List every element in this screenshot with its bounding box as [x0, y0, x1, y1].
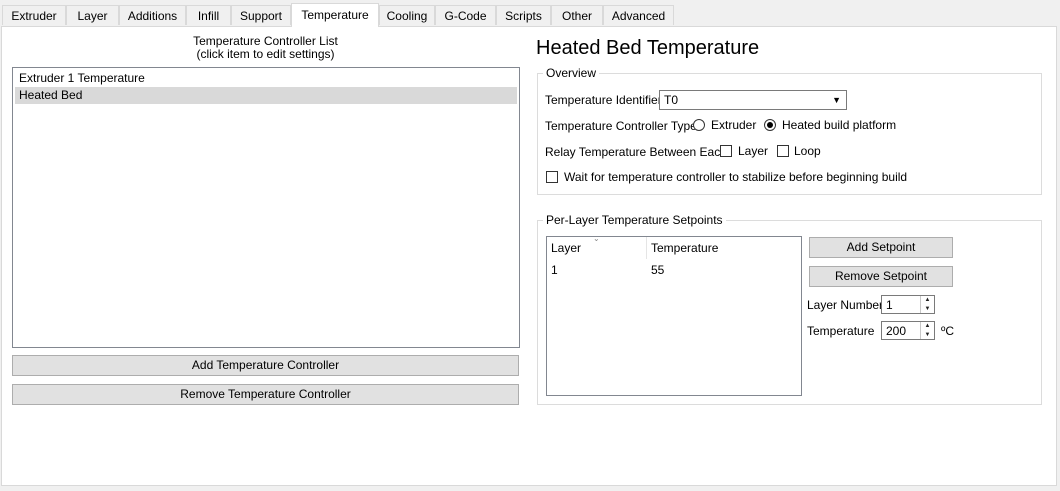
relay-layer-checkbox[interactable]	[720, 145, 732, 157]
tab-layer[interactable]: Layer	[66, 5, 119, 25]
relay-label: Relay Temperature Between Each:	[545, 145, 731, 159]
tab-scripts[interactable]: Scripts	[496, 5, 551, 25]
chevron-down-icon: ▼	[832, 95, 841, 105]
temperature-stepper[interactable]: 200 ▲ ▼	[881, 321, 935, 340]
spin-up-icon[interactable]: ▲	[921, 322, 934, 331]
relay-loop-label: Loop	[794, 144, 821, 158]
layer-number-value: 1	[886, 298, 893, 312]
add-temperature-controller-button[interactable]: Add Temperature Controller	[12, 355, 519, 376]
controller-list-title-line2: (click item to edit settings)	[196, 47, 335, 61]
remove-setpoint-button[interactable]: Remove Setpoint	[809, 266, 953, 287]
radio-heated-build-platform[interactable]	[764, 119, 776, 131]
list-item-extruder-1[interactable]: Extruder 1 Temperature	[15, 70, 517, 87]
radio-heated-build-platform-label: Heated build platform	[782, 118, 897, 132]
identifier-value: T0	[664, 93, 679, 107]
tab-advanced[interactable]: Advanced	[603, 5, 674, 25]
temperature-spin-buttons: ▲ ▼	[920, 322, 934, 339]
tab-temperature[interactable]: Temperature	[291, 3, 379, 27]
wait-stabilize-checkbox[interactable]	[546, 171, 558, 183]
sort-arrow-icon: ⌄	[593, 234, 600, 243]
table-cell-layer: 1	[551, 263, 558, 277]
tab-extruder[interactable]: Extruder	[2, 5, 66, 25]
relay-layer-label: Layer	[738, 144, 769, 158]
identifier-label: Temperature Identifier	[545, 93, 662, 107]
list-item-heated-bed[interactable]: Heated Bed	[15, 87, 517, 104]
tab-additions[interactable]: Additions	[119, 5, 186, 25]
temperature-unit: ºC	[941, 324, 955, 338]
table-cell-temperature: 55	[651, 263, 665, 277]
radio-extruder-label: Extruder	[711, 118, 757, 132]
tab-infill[interactable]: Infill	[186, 5, 231, 25]
temperature-value: 200	[886, 324, 907, 338]
spin-down-icon[interactable]: ▼	[921, 305, 934, 314]
add-setpoint-button[interactable]: Add Setpoint	[809, 237, 953, 258]
tab-cooling[interactable]: Cooling	[379, 5, 435, 25]
temperature-label: Temperature	[807, 324, 875, 338]
setpoints-label: Per-Layer Temperature Setpoints	[543, 213, 726, 227]
spin-down-icon[interactable]: ▼	[921, 331, 934, 340]
tab-other[interactable]: Other	[551, 5, 603, 25]
controller-listbox[interactable]: Extruder 1 Temperature Heated Bed	[12, 67, 520, 348]
controller-list-title: Temperature Controller List (click item …	[12, 35, 519, 61]
setpoints-table[interactable]: Layer ⌄ Temperature 1 55	[546, 234, 802, 396]
tab-gcode[interactable]: G-Code	[435, 5, 496, 25]
identifier-select[interactable]: T0 ▼	[659, 90, 847, 110]
spin-up-icon[interactable]: ▲	[921, 296, 934, 305]
radio-extruder[interactable]	[693, 119, 705, 131]
column-header-temperature[interactable]: Temperature	[647, 237, 801, 259]
table-row[interactable]: 1 55	[547, 261, 801, 279]
layer-number-label: Layer Number	[807, 298, 884, 312]
overview-label: Overview	[543, 66, 600, 80]
controller-type-label: Temperature Controller Type:	[545, 119, 701, 133]
detail-title: Heated Bed Temperature	[536, 37, 760, 59]
layer-number-stepper[interactable]: 1 ▲ ▼	[881, 295, 935, 314]
relay-loop-checkbox[interactable]	[777, 145, 789, 157]
remove-temperature-controller-button[interactable]: Remove Temperature Controller	[12, 384, 519, 405]
wait-stabilize-label: Wait for temperature controller to stabi…	[564, 170, 908, 184]
tab-support[interactable]: Support	[231, 5, 291, 25]
layer-number-spin-buttons: ▲ ▼	[920, 296, 934, 313]
